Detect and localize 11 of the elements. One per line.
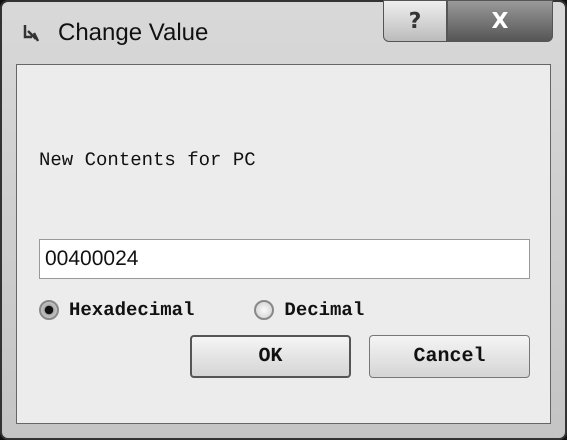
radio-label[interactable]: Decimal — [284, 299, 364, 321]
radio-label[interactable]: Hexadecimal — [69, 299, 194, 321]
window-title: Change Value — [58, 19, 208, 47]
value-field[interactable]: 00400024 — [39, 239, 530, 279]
close-button[interactable]: X — [447, 0, 553, 42]
cancel-button[interactable]: Cancel — [369, 335, 530, 378]
radio-button[interactable] — [254, 300, 274, 320]
ok-button[interactable]: OK — [190, 335, 351, 378]
help-button[interactable]: ? — [383, 0, 447, 42]
radio-button[interactable] — [39, 300, 59, 320]
prompt-label: New Contents for PC — [39, 149, 257, 171]
